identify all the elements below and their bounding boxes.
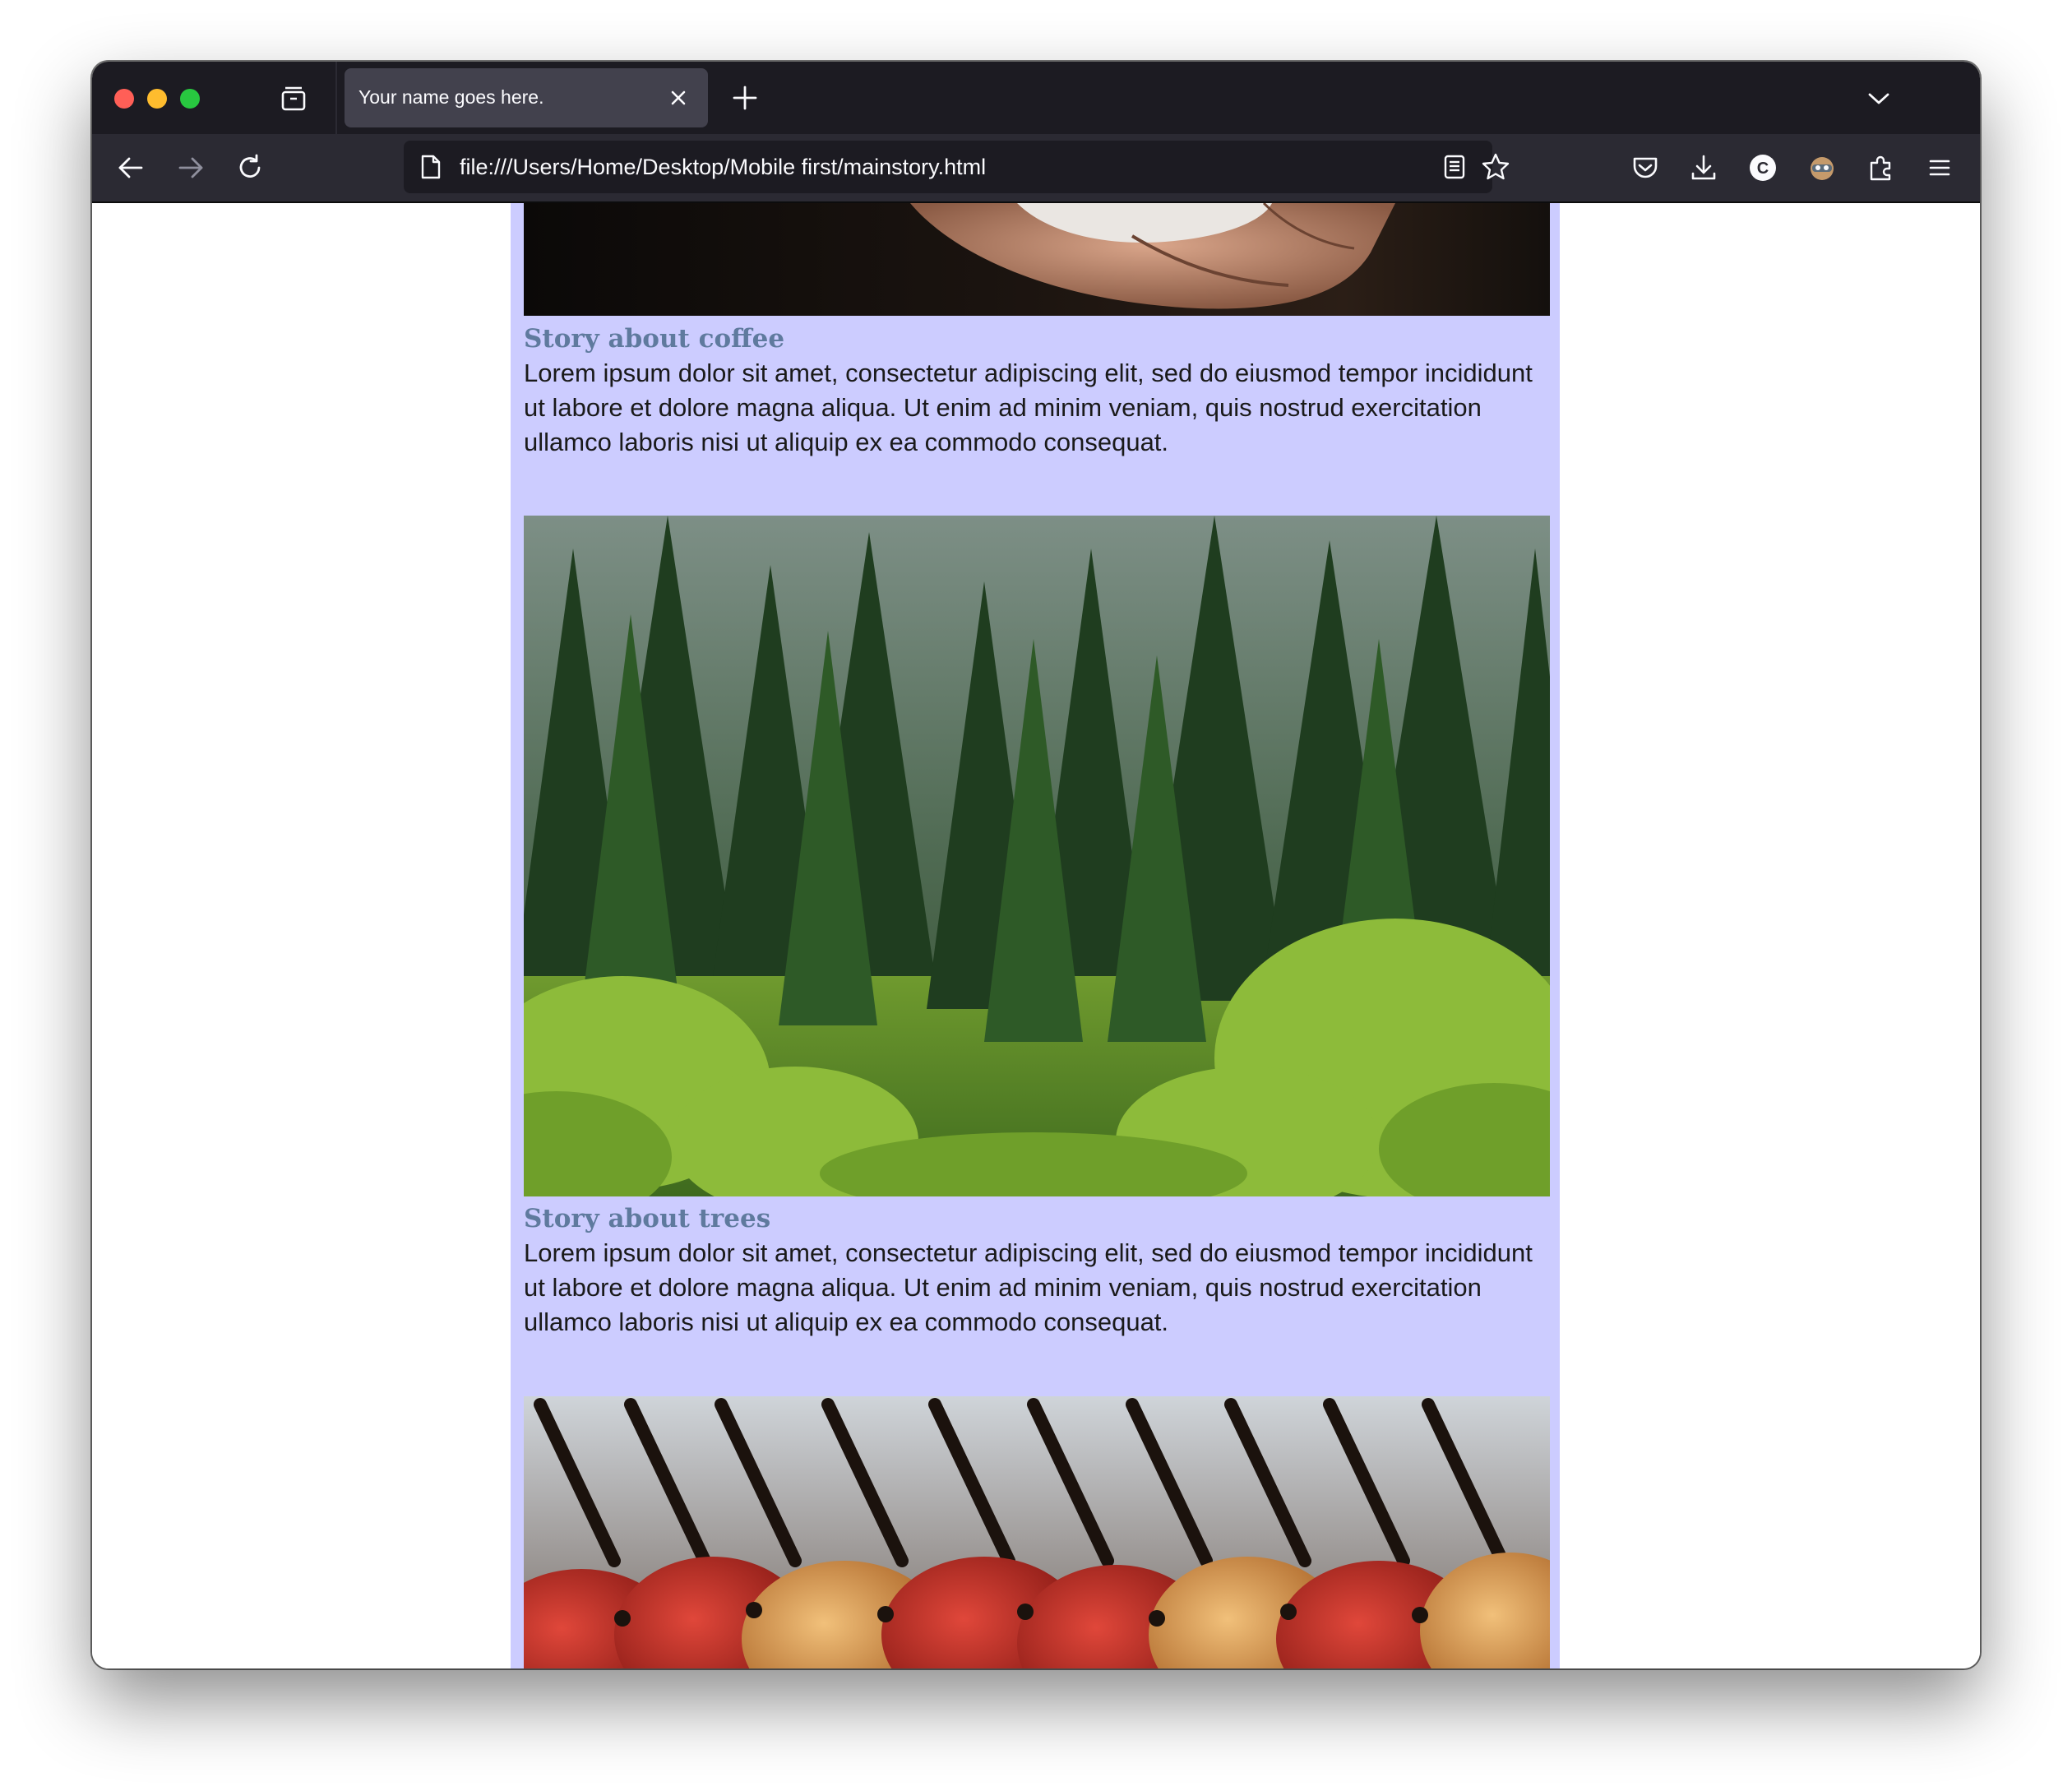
tab-active[interactable]: Your name goes here. xyxy=(345,68,708,127)
tab-bar: Your name goes here. xyxy=(92,62,1980,134)
navigation-toolbar: file:///Users/Home/Desktop/Mobile first/… xyxy=(92,134,1980,203)
forward-arrow-icon[interactable] xyxy=(175,152,206,183)
tab-overview-icon[interactable] xyxy=(280,85,308,113)
pocket-icon[interactable] xyxy=(1630,152,1661,183)
extensions-puzzle-icon[interactable] xyxy=(1866,152,1897,183)
window-minimize-button[interactable] xyxy=(147,89,167,109)
story-trees: Story about trees Lorem ipsum dolor sit … xyxy=(524,1201,1550,1340)
url-text[interactable]: file:///Users/Home/Desktop/Mobile first/… xyxy=(460,155,986,180)
bookmark-star-icon[interactable] xyxy=(1481,152,1510,182)
new-tab-icon[interactable] xyxy=(730,83,760,113)
page-viewport[interactable]: Story about coffee Lorem ipsum dolor sit… xyxy=(92,203,1980,1668)
story-text: Lorem ipsum dolor sit amet, consectetur … xyxy=(524,1238,1533,1336)
reader-view-icon[interactable] xyxy=(1441,154,1468,180)
content-column: Story about coffee Lorem ipsum dolor sit… xyxy=(511,203,1560,1668)
back-arrow-icon[interactable] xyxy=(115,152,146,183)
account-avatar-icon[interactable]: C xyxy=(1747,152,1778,183)
reload-icon[interactable] xyxy=(234,152,266,183)
url-bar[interactable]: file:///Users/Home/Desktop/Mobile first/… xyxy=(404,141,1510,193)
hamburger-menu-icon[interactable] xyxy=(1924,152,1955,183)
download-icon[interactable] xyxy=(1688,152,1719,183)
coffee-image xyxy=(524,203,1550,316)
page-icon xyxy=(419,154,443,180)
tab-separator xyxy=(335,62,337,134)
story-title: Story about trees xyxy=(524,1204,771,1233)
tab-close-icon[interactable] xyxy=(667,86,690,109)
story-text: Lorem ipsum dolor sit amet, consectetur … xyxy=(524,359,1533,456)
window-close-button[interactable] xyxy=(114,89,134,109)
svg-text:C: C xyxy=(1757,160,1769,178)
extension-mask-icon[interactable] xyxy=(1806,152,1838,183)
trees-image xyxy=(524,516,1550,1196)
story-coffee: Story about coffee Lorem ipsum dolor sit… xyxy=(524,322,1550,460)
guitars-image xyxy=(524,1396,1550,1668)
tab-title: Your name goes here. xyxy=(358,86,544,108)
window-maximize-button[interactable] xyxy=(180,89,200,109)
story-title: Story about coffee xyxy=(524,324,785,354)
chevron-down-icon[interactable] xyxy=(1865,85,1893,113)
browser-window: Your name goes here. file:///Users/Home/… xyxy=(92,62,1980,1668)
